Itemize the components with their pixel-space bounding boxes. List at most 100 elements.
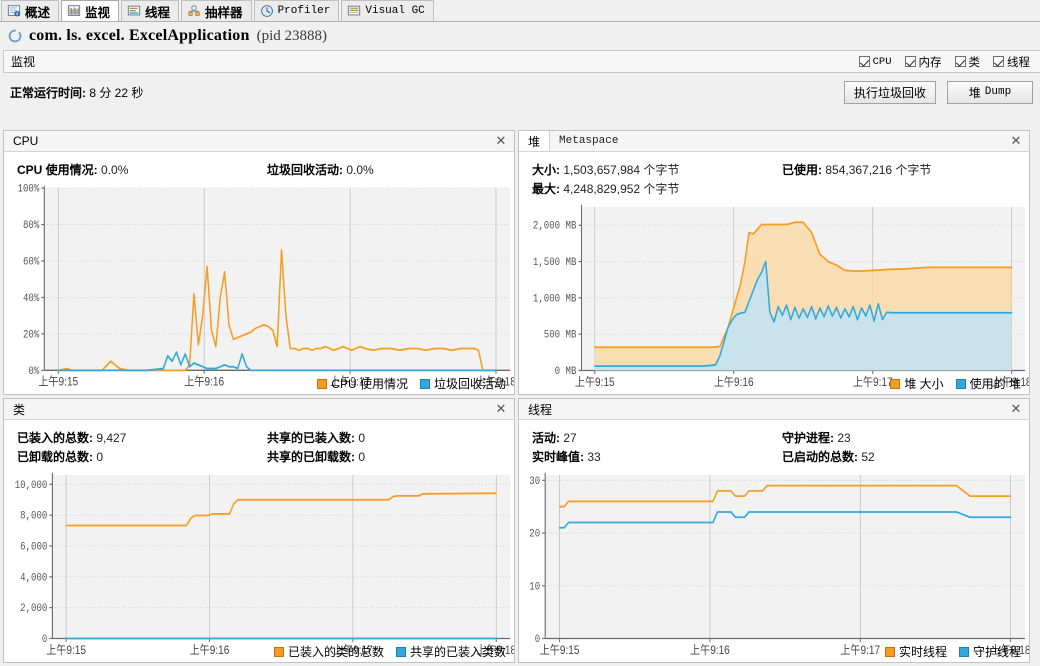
- svg-text:上午9:16: 上午9:16: [190, 643, 230, 657]
- svg-text:6,000: 6,000: [20, 541, 47, 553]
- checkbox-类[interactable]: 类: [954, 54, 980, 70]
- legend-label: 共享的已装入类数: [409, 645, 506, 659]
- heap-used-label: 已使用:: [782, 163, 822, 177]
- loading-spinner-icon: [8, 29, 22, 43]
- svg-text:上午9:15: 上午9:15: [575, 375, 615, 389]
- threads-daemon-stat: 守护进程: 23: [782, 429, 1029, 446]
- tab-sampler[interactable]: 抽样器: [181, 0, 252, 21]
- cpu-usage-stat: CPU 使用情况: 0.0%: [17, 161, 267, 178]
- cpu-panel-header: CPU ✕: [4, 131, 514, 152]
- cpu-panel: CPU ✕ CPU 使用情况: 0.0% 垃圾回收活动: 0.0% 0% 20% 4…: [3, 130, 515, 395]
- checkbox-CPU[interactable]: CPU: [858, 56, 892, 68]
- legend-item[interactable]: 实时线程: [884, 643, 947, 660]
- legend-item[interactable]: 垃圾回收活动: [419, 375, 506, 392]
- legend-item[interactable]: 使用的 堆: [955, 375, 1021, 392]
- heap-dump-button[interactable]: 堆 Dump: [947, 80, 1033, 104]
- checkbox-线程[interactable]: 线程: [993, 54, 1030, 70]
- threads-daemon-value: 23: [837, 431, 851, 445]
- heap-size-value: 1,503,657,984 个字节: [563, 163, 680, 177]
- classes-shared-unloaded-stat: 共享的已卸载数: 0: [267, 448, 514, 465]
- heap-used-value: 854,367,216 个字节: [825, 163, 932, 177]
- tab-metaspace[interactable]: Metaspace: [550, 131, 628, 151]
- heap-chart[interactable]: 0 MB 500 MB 1,000 MB 1,500 MB 2,000 MB 上午9:15…: [519, 200, 1029, 394]
- svg-text:60%: 60%: [23, 256, 39, 268]
- overview-icon: [7, 5, 21, 17]
- tab-heap[interactable]: 堆: [519, 131, 551, 151]
- heap-used-stat: 已使用: 854,367,216 个字节: [782, 161, 1029, 178]
- classes-chart[interactable]: 0 2,000 4,000 6,000 8,000 10,000 上午9:15 上午9:16 上…: [4, 468, 514, 662]
- classes-panel: 类 ✕ 已装入的总数: 9,427 共享的已装入数: 0 已卸载的总数: 0 共…: [3, 398, 515, 663]
- threads-icon: [127, 5, 141, 16]
- legend-swatch: [955, 378, 966, 389]
- monitor-icon: [67, 5, 81, 16]
- sampler-icon: [188, 5, 200, 16]
- legend-item[interactable]: 已装入的类的总数: [273, 643, 384, 660]
- close-icon[interactable]: ✕: [1009, 401, 1023, 416]
- tab-label: 线程: [145, 5, 171, 20]
- tab-overview[interactable]: 概述: [1, 0, 60, 21]
- close-icon[interactable]: ✕: [494, 401, 508, 416]
- svg-text:4,000: 4,000: [20, 572, 47, 584]
- svg-text:上午9:17: 上午9:17: [853, 375, 893, 389]
- perform-gc-button[interactable]: 执行垃圾回收: [843, 80, 936, 104]
- threads-live-stat: 活动: 27: [532, 429, 782, 446]
- close-icon[interactable]: ✕: [1009, 133, 1023, 148]
- heap-size-stat: 大小: 1,503,657,984 个字节: [532, 161, 782, 178]
- legend-swatch: [884, 646, 895, 657]
- tab-visualgc[interactable]: Visual GC: [341, 0, 434, 21]
- legend-label: CPU 使用情况: [331, 377, 408, 391]
- visualgc-icon: [348, 5, 361, 16]
- cpu-chart-legend: CPU 使用情况 垃圾回收活动: [317, 375, 506, 392]
- legend-swatch: [890, 378, 901, 389]
- legend-label: 使用的 堆: [969, 377, 1021, 391]
- cpu-chart[interactable]: 0% 20% 40% 60% 80% 100% 上午9:15 上午9:16 上午9:17 上午9:…: [4, 181, 514, 394]
- legend-label: 已装入的类的总数: [287, 645, 384, 659]
- checkbox-label: 内存: [918, 56, 942, 69]
- heap-max-label: 最大:: [532, 182, 560, 196]
- legend-item[interactable]: 守护线程: [958, 643, 1021, 660]
- svg-text:500 MB: 500 MB: [544, 329, 577, 341]
- legend-item[interactable]: CPU 使用情况: [317, 375, 408, 392]
- cpu-usage-label: CPU 使用情况:: [17, 163, 98, 177]
- tab-monitor[interactable]: 监视: [61, 0, 120, 21]
- svg-text:上午9:17: 上午9:17: [840, 643, 880, 657]
- close-icon[interactable]: ✕: [494, 133, 508, 148]
- threads-started-total-stat: 已启动的总数: 52: [782, 448, 1029, 465]
- heap-panel-header: 堆 Metaspace ✕: [519, 131, 1029, 152]
- cpu-usage-value: 0.0%: [101, 163, 129, 177]
- svg-text:40%: 40%: [23, 292, 39, 304]
- checkbox-label: 线程: [1007, 56, 1030, 69]
- legend-item[interactable]: 共享的已装入类数: [395, 643, 506, 660]
- legend-swatch: [958, 646, 969, 657]
- classes-loaded-total-value: 9,427: [96, 431, 127, 445]
- checkmark-icon: [954, 56, 966, 67]
- tab-label: Visual GC: [365, 5, 425, 17]
- process-id-label: (pid 23888): [256, 27, 328, 44]
- threads-peak-value: 33: [587, 450, 601, 464]
- uptime-value: 8 分 22 秒: [89, 85, 144, 100]
- svg-text:2,000: 2,000: [20, 603, 47, 615]
- tab-label: 概述: [25, 5, 51, 20]
- tab-profiler-clock[interactable]: Profiler: [253, 0, 340, 21]
- tab-threads[interactable]: 线程: [121, 0, 180, 21]
- uptime-group: 正常运行时间: 8 分 22 秒: [10, 84, 143, 101]
- svg-text:10: 10: [529, 581, 540, 593]
- legend-item[interactable]: 堆 大小: [890, 375, 944, 392]
- classes-panel-title: 类: [13, 402, 26, 417]
- page-title: com. ls. excel. ExcelApplication: [29, 27, 250, 44]
- profiler-clock-icon: [260, 5, 273, 17]
- perform-gc-button-label: 执行垃圾回收: [853, 85, 926, 100]
- svg-text:20: 20: [529, 528, 540, 540]
- svg-text:上午9:16: 上午9:16: [690, 643, 730, 657]
- threads-chart[interactable]: 0 10 20 30 上午9:15 上午9:16 上午9:17 上午9:18 实时线程 守护线程: [519, 468, 1029, 662]
- classes-chart-legend: 已装入的类的总数 共享的已装入类数: [273, 643, 506, 660]
- legend-swatch: [273, 646, 284, 657]
- classes-shared-unloaded-label: 共享的已卸载数:: [267, 450, 355, 464]
- checkbox-内存[interactable]: 内存: [904, 54, 942, 70]
- legend-label: 堆 大小: [904, 377, 944, 391]
- checkmark-icon: [993, 56, 1004, 67]
- heap-panel: 堆 Metaspace ✕ 大小: 1,503,657,984 个字节 已使用:…: [518, 130, 1030, 395]
- main-tab-bar: 概述 监视 线程 抽样器 Profiler Visual GC: [0, 0, 1040, 22]
- threads-peak-stat: 实时峰值: 33: [532, 448, 782, 465]
- heap-max-value: 4,248,829,952 个字节: [563, 182, 680, 196]
